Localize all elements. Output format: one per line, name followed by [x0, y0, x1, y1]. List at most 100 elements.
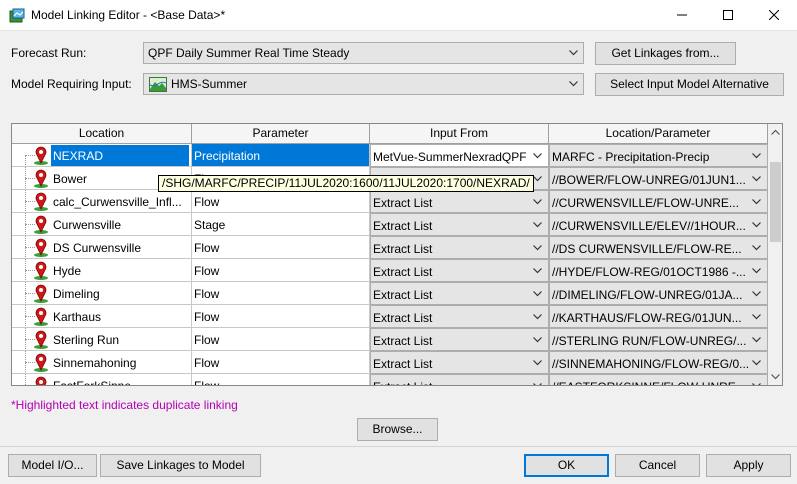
location-pin-icon [32, 215, 50, 235]
location-pin-icon [32, 169, 50, 189]
close-button[interactable] [751, 0, 797, 31]
location-pin-icon [32, 192, 50, 212]
model-select[interactable]: HMS-Summer [143, 73, 584, 95]
table-row[interactable]: DS Curwensville Flow Extract List //DS CURW… [12, 236, 768, 259]
cell-location: calc_Curwensville_Infl... [12, 190, 192, 213]
cell-text: Sinnemahoning [53, 356, 137, 370]
maximize-button[interactable] [705, 0, 751, 31]
cell-input-from[interactable]: Extract List [370, 236, 549, 259]
cell-text: Curwensville [53, 218, 122, 232]
cell-input-from[interactable]: Extract List [370, 305, 549, 328]
cell-loc-param[interactable]: //CURWENSVILLE/ELEV//1HOUR... [549, 213, 768, 236]
cell-loc-param[interactable]: //DS CURWENSVILLE/FLOW-RE... [549, 236, 768, 259]
cell-text: NEXRAD [53, 149, 104, 163]
cell-text: FastForkSinne [53, 379, 132, 386]
cell-input-from[interactable]: Extract List [370, 351, 549, 374]
cell-text: Extract List [373, 380, 432, 385]
chevron-down-icon [533, 268, 542, 274]
minimize-button[interactable] [659, 0, 705, 31]
cell-input-from[interactable]: Extract List [370, 282, 549, 305]
location-pin-icon [32, 238, 50, 258]
cell-loc-param[interactable]: //BOWER/FLOW-UNREG/01JUN1... [549, 167, 768, 190]
column-header-parameter[interactable]: Parameter [192, 124, 370, 144]
cell-text: calc_Curwensville_Infl... [53, 195, 182, 209]
cell-loc-param[interactable]: //HYDE/FLOW-REG/01OCT1986 -... [549, 259, 768, 282]
vertical-scrollbar[interactable] [768, 124, 782, 385]
cell-location: Dimeling [12, 282, 192, 305]
chevron-down-icon [752, 268, 761, 274]
cell-text: Flow [194, 287, 220, 301]
save-linkages-button[interactable]: Save Linkages to Model [100, 454, 261, 477]
chevron-down-icon [752, 199, 761, 205]
cell-parameter: Flow [192, 351, 370, 374]
scroll-up-icon[interactable] [771, 129, 780, 135]
cell-loc-param[interactable]: //KARTHAUS/FLOW-REG/01JUN... [549, 305, 768, 328]
cell-parameter: Flow [192, 259, 370, 282]
cell-loc-param[interactable]: //SINNEMAHONING/FLOW-REG/0... [549, 351, 768, 374]
cell-loc-param[interactable]: //CURWENSVILLE/FLOW-UNRE... [549, 190, 768, 213]
cell-text: Flow [194, 241, 220, 255]
get-linkages-button[interactable]: Get Linkages from... [595, 42, 736, 65]
cell-parameter: Flow [192, 328, 370, 351]
cell-text: //STERLING RUN/FLOW-UNREG/... [552, 334, 747, 348]
cell-text: Flow [194, 264, 220, 278]
table-row[interactable]: Dimeling Flow Extract List //DIMELING/FLOW-… [12, 282, 768, 305]
cell-parameter: Flow [192, 236, 370, 259]
cancel-button[interactable]: Cancel [615, 454, 700, 477]
linking-table: Location Parameter Input From Location/P… [11, 123, 783, 386]
cell-text: Extract List [373, 334, 433, 348]
chevron-down-icon [752, 176, 761, 182]
cell-text: MetVue-SummerNexradQPF [373, 150, 527, 164]
cell-text: Flow [194, 356, 220, 370]
cell-location: Sinnemahoning [12, 351, 192, 374]
chevron-down-icon [533, 176, 542, 182]
table-row[interactable]: Karthaus Flow Extract List //KARTHAUS/FLOW-… [12, 305, 768, 328]
minimize-icon [677, 14, 687, 16]
cell-loc-param[interactable]: //EASTFORKSINNE/FLOW-UNRE... [549, 374, 768, 385]
cell-text: Extract List [373, 196, 433, 210]
column-header-location[interactable]: Location [12, 124, 192, 144]
location-pin-icon [32, 330, 50, 350]
browse-button[interactable]: Browse... [357, 418, 438, 441]
table-row[interactable]: Sterling Run Flow Extract List //STERLING R… [12, 328, 768, 351]
cell-location: Hyde [12, 259, 192, 282]
cell-input-from[interactable]: Extract List [370, 374, 549, 385]
cell-loc-param[interactable]: //DIMELING/FLOW-UNREG/01JA... [549, 282, 768, 305]
cell-text: Bower [53, 172, 88, 186]
cell-parameter: Precipitation [192, 144, 370, 167]
cell-loc-param[interactable]: //STERLING RUN/FLOW-UNREG/... [549, 328, 768, 351]
separator [0, 446, 797, 447]
cell-input-from[interactable]: Extract List [370, 213, 549, 236]
cell-text: Dimeling [53, 287, 100, 301]
table-row[interactable]: Sinnemahoning Flow Extract List //SINNEMAHO… [12, 351, 768, 374]
forecast-run-select[interactable]: QPF Daily Summer Real Time Steady [143, 42, 584, 64]
table-row[interactable]: Hyde Flow Extract List //HYDE/FLOW-REG/01OC… [12, 259, 768, 282]
chevron-down-icon [569, 81, 578, 87]
cell-input-from[interactable]: Extract List [370, 190, 549, 213]
cell-text: Extract List [373, 219, 433, 233]
chevron-down-icon [533, 245, 542, 251]
location-pin-icon [32, 376, 50, 385]
cell-loc-param[interactable]: MARFC - Precipitation-Precip [549, 144, 768, 167]
cell-text: //DIMELING/FLOW-UNREG/01JA... [552, 288, 743, 302]
cell-text: DS Curwensville [53, 241, 142, 255]
scroll-down-icon[interactable] [771, 374, 780, 380]
cell-text: Flow [194, 195, 220, 209]
model-io-button[interactable]: Model I/O... [8, 454, 97, 477]
column-header-input-from[interactable]: Input From [370, 124, 549, 144]
apply-button[interactable]: Apply [706, 454, 791, 477]
table-row[interactable]: calc_Curwensville_Infl... Flow Extract Lis… [12, 190, 768, 213]
select-input-model-alternative-button[interactable]: Select Input Model Alternative [595, 73, 784, 96]
table-row[interactable]: NEXRAD Precipitation MetVue-SummerNexradQP… [12, 144, 768, 167]
cell-text: Extract List [373, 265, 433, 279]
hms-model-icon [149, 77, 167, 92]
table-row[interactable]: Curwensville Stage Extract List //CURWENSVI… [12, 213, 768, 236]
column-header-location-parameter[interactable]: Location/Parameter [549, 124, 768, 144]
ok-button[interactable]: OK [524, 454, 609, 477]
location-pin-icon [32, 307, 50, 327]
cell-input-from[interactable]: MetVue-SummerNexradQPF [370, 144, 549, 167]
table-row[interactable]: FastForkSinne Flow Extract List //EASTFORKS… [12, 374, 768, 386]
cell-input-from[interactable]: Extract List [370, 328, 549, 351]
cell-input-from[interactable]: Extract List [370, 259, 549, 282]
scrollbar-thumb[interactable] [770, 162, 781, 242]
